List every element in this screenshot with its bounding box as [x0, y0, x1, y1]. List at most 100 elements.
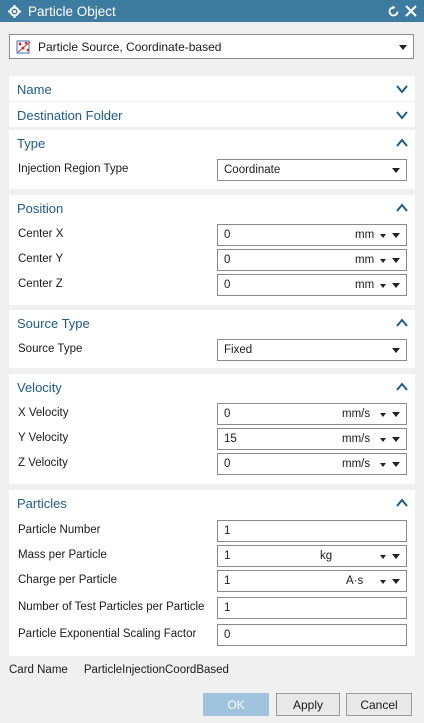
group-source-type: Source Type Source Type Fixed	[9, 310, 415, 368]
x-velocity-input[interactable]: 0 mm/s	[217, 403, 407, 425]
apply-button[interactable]: Apply	[276, 693, 340, 716]
source-type-dropdown[interactable]: Fixed	[217, 339, 407, 361]
title-bar: Particle Object	[0, 0, 424, 22]
center-y-row: Center Y 0 mm	[9, 249, 415, 271]
mass-unit[interactable]: kg	[320, 550, 332, 562]
z-velocity-label: Z Velocity	[18, 457, 68, 469]
center-z-input[interactable]: 0 mm	[217, 274, 407, 296]
group-name-header[interactable]: Name	[9, 76, 415, 102]
y-velocity-input[interactable]: 15 mm/s	[217, 428, 407, 450]
chevron-down-icon	[392, 168, 400, 173]
mass-label: Mass per Particle	[18, 549, 107, 561]
group-destination-header[interactable]: Destination Folder	[9, 102, 415, 128]
particle-number-value: 1	[224, 525, 231, 537]
test-particles-label: Number of Test Particles per Particle	[18, 601, 205, 613]
group-source-type-header[interactable]: Source Type	[9, 310, 415, 336]
chevron-up-icon	[395, 136, 409, 150]
x-velocity-row: X Velocity 0 mm/s	[9, 403, 415, 425]
group-velocity-header[interactable]: Velocity	[9, 374, 415, 400]
center-x-value: 0	[224, 229, 231, 241]
chevron-down-icon[interactable]	[392, 554, 400, 559]
group-velocity-title: Velocity	[17, 379, 62, 395]
test-particles-row: Number of Test Particles per Particle 1	[9, 597, 415, 619]
gear-icon	[7, 4, 21, 18]
charge-input[interactable]: 1 A·s	[217, 570, 407, 592]
group-particles-header[interactable]: Particles	[9, 490, 415, 516]
injection-region-value: Coordinate	[224, 164, 281, 176]
mass-input[interactable]: 1 kg	[217, 545, 407, 567]
object-type-dropdown[interactable]: Particle Source, Coordinate-based	[9, 34, 414, 59]
center-y-unit[interactable]: mm	[355, 254, 374, 266]
scaling-value: 0	[224, 629, 231, 641]
charge-row: Charge per Particle 1 A·s	[9, 570, 415, 592]
mass-value: 1	[224, 550, 231, 562]
close-icon[interactable]	[402, 2, 420, 20]
chevron-down-icon[interactable]	[392, 437, 400, 442]
injection-region-dropdown[interactable]: Coordinate	[217, 159, 407, 181]
group-particles-title: Particles	[17, 495, 67, 511]
x-velocity-unit[interactable]: mm/s	[342, 408, 370, 420]
group-type-header[interactable]: Type	[9, 130, 415, 156]
chevron-down-icon[interactable]	[392, 579, 400, 584]
scaling-input[interactable]: 0	[217, 624, 407, 646]
chevron-down-icon	[380, 438, 386, 442]
chevron-down-icon	[380, 413, 386, 417]
chevron-down-icon	[395, 82, 409, 96]
group-position-header[interactable]: Position	[9, 195, 415, 221]
reset-icon[interactable]	[384, 2, 402, 20]
y-velocity-label: Y Velocity	[18, 432, 69, 444]
source-type-value: Fixed	[224, 344, 253, 356]
particle-source-icon	[16, 39, 32, 55]
y-velocity-unit[interactable]: mm/s	[342, 433, 370, 445]
chevron-down-icon[interactable]	[392, 462, 400, 467]
center-x-row: Center X 0 mm	[9, 224, 415, 246]
charge-unit[interactable]: A·s	[346, 575, 363, 587]
chevron-down-icon[interactable]	[392, 283, 400, 288]
particle-number-row: Particle Number 1	[9, 520, 415, 542]
particle-number-input[interactable]: 1	[217, 520, 407, 542]
chevron-up-icon	[395, 496, 409, 510]
group-name: Name	[9, 76, 415, 101]
group-position: Position Center X 0 mm Center Y 0 mm Cen…	[9, 195, 415, 305]
chevron-down-icon	[380, 259, 386, 263]
z-velocity-row: Z Velocity 0 mm/s	[9, 453, 415, 475]
group-type: Type Injection Region Type Coordinate	[9, 130, 415, 189]
particle-number-label: Particle Number	[18, 524, 101, 536]
ok-button[interactable]: OK	[203, 693, 269, 716]
chevron-down-icon[interactable]	[392, 258, 400, 263]
chevron-up-icon	[395, 380, 409, 394]
chevron-down-icon	[392, 348, 400, 353]
chevron-up-icon	[395, 201, 409, 215]
group-source-type-title: Source Type	[17, 315, 90, 331]
chevron-down-icon	[380, 284, 386, 288]
chevron-down-icon[interactable]	[392, 412, 400, 417]
center-x-label: Center X	[18, 228, 64, 240]
chevron-down-icon	[395, 108, 409, 122]
center-z-unit[interactable]: mm	[355, 279, 374, 291]
window-title: Particle Object	[28, 3, 116, 19]
x-velocity-value: 0	[224, 408, 231, 420]
center-x-unit[interactable]: mm	[355, 229, 374, 241]
injection-region-row: Injection Region Type Coordinate	[9, 159, 415, 181]
z-velocity-input[interactable]: 0 mm/s	[217, 453, 407, 475]
center-z-label: Center Z	[18, 278, 63, 290]
injection-region-label: Injection Region Type	[18, 163, 129, 175]
center-y-input[interactable]: 0 mm	[217, 249, 407, 271]
chevron-down-icon	[380, 463, 386, 467]
source-type-row: Source Type Fixed	[9, 339, 415, 361]
test-particles-input[interactable]: 1	[217, 597, 407, 619]
group-position-title: Position	[17, 200, 64, 216]
cancel-button[interactable]: Cancel	[346, 693, 412, 716]
group-name-title: Name	[17, 81, 52, 97]
center-x-input[interactable]: 0 mm	[217, 224, 407, 246]
chevron-down-icon	[399, 44, 407, 50]
center-y-label: Center Y	[18, 253, 64, 265]
group-destination: Destination Folder	[9, 102, 415, 127]
z-velocity-value: 0	[224, 458, 231, 470]
chevron-down-icon[interactable]	[392, 233, 400, 238]
center-y-value: 0	[224, 254, 231, 266]
scaling-row: Particle Exponential Scaling Factor 0	[9, 624, 415, 646]
z-velocity-unit[interactable]: mm/s	[342, 458, 370, 470]
scaling-label: Particle Exponential Scaling Factor	[18, 628, 197, 640]
group-type-title: Type	[17, 135, 46, 151]
